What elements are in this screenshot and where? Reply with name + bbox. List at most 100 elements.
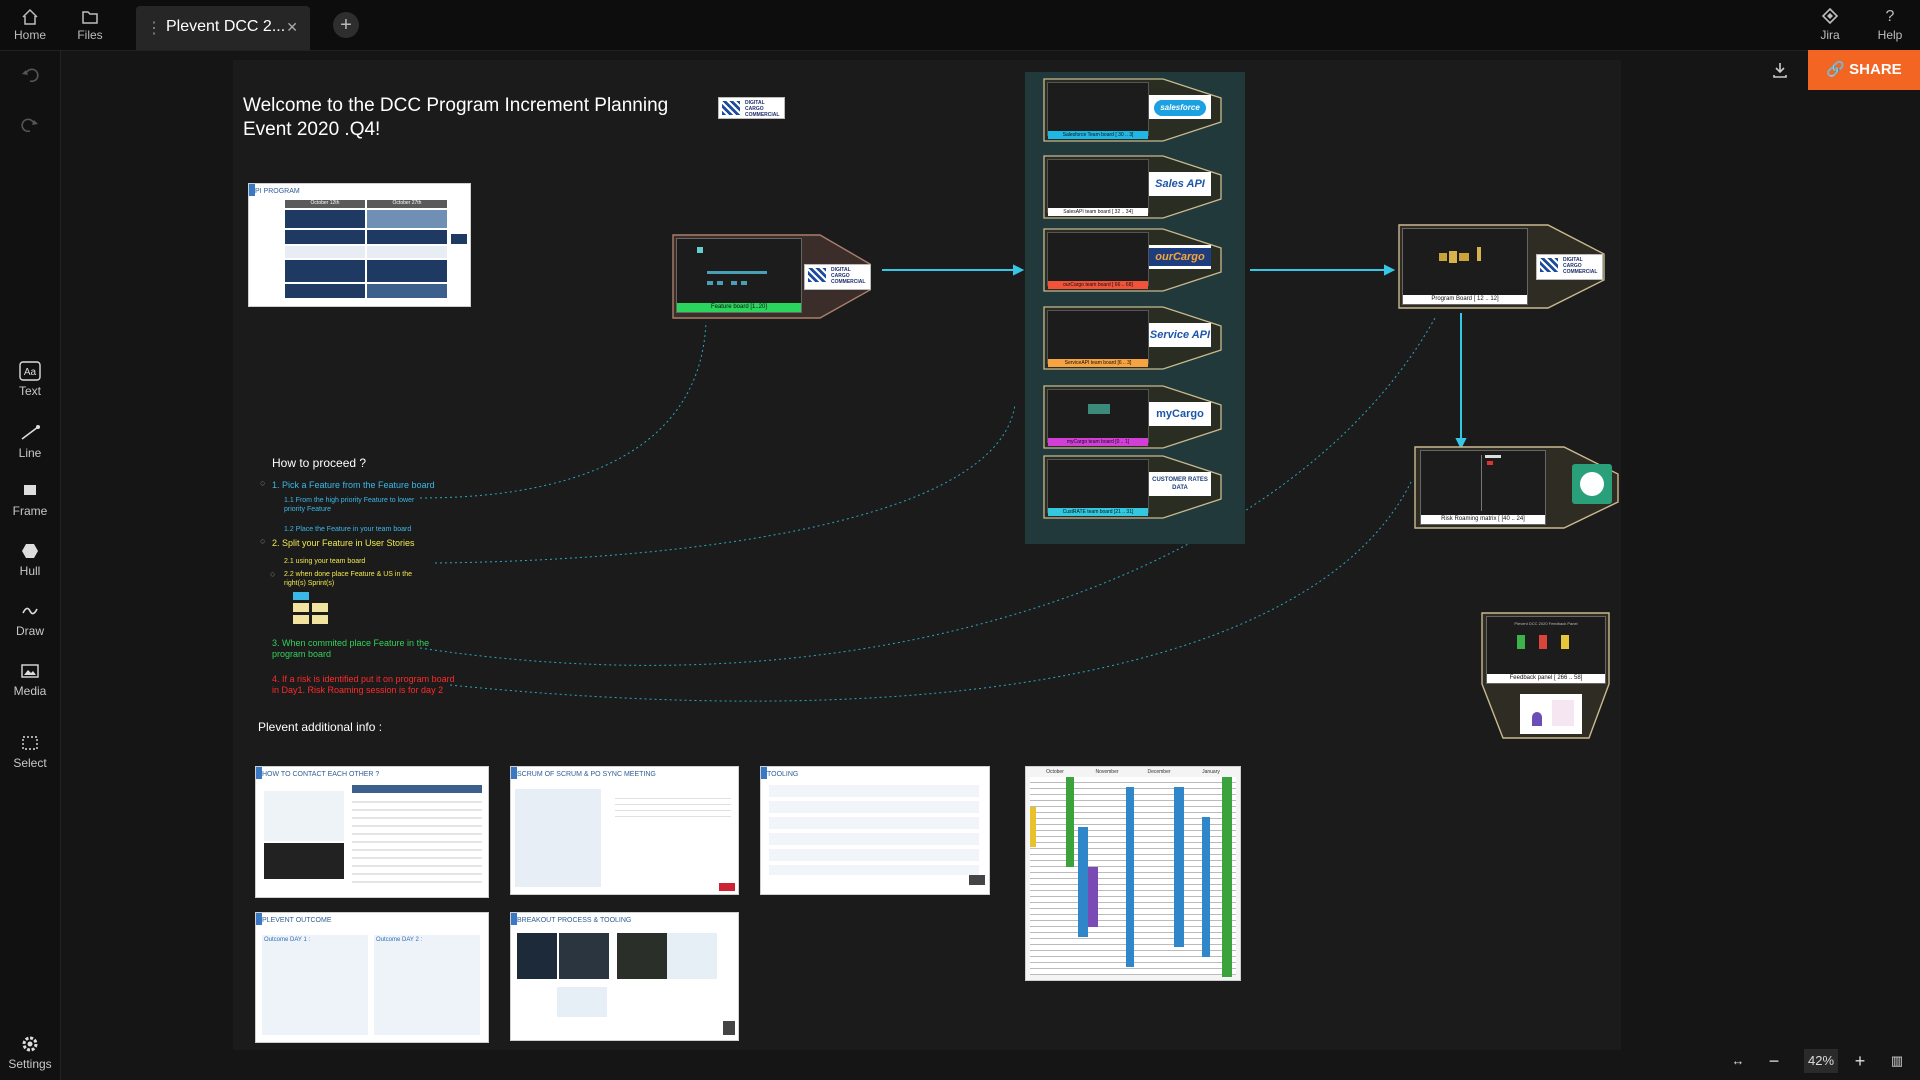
pi-block: [285, 210, 365, 228]
slide-title: SCRUM OF SCRUM & PO SYNC MEETING: [517, 771, 656, 778]
step-1[interactable]: 1. Pick a Feature from the Feature board: [272, 480, 472, 491]
slide-how-to-contact[interactable]: HOW TO CONTACT EACH OTHER ?: [255, 766, 489, 898]
calendar-slide[interactable]: October November December January: [1025, 766, 1241, 981]
slide-scrum-of-scrum[interactable]: SCRUM OF SCRUM & PO SYNC MEETING: [510, 766, 739, 895]
pi-block: [451, 234, 467, 244]
slide-title: BREAKOUT PROCESS & TOOLING: [517, 917, 632, 924]
outcome-day1-title: Outcome DAY 1 :: [264, 937, 311, 943]
step-1-2[interactable]: 1.2 Place the Feature in your team board: [284, 524, 454, 535]
step-2[interactable]: 2. Split your Feature in User Stories: [272, 538, 472, 549]
pi-block: [285, 284, 365, 298]
slide-breakout-process[interactable]: BREAKOUT PROCESS & TOOLING: [510, 912, 739, 1041]
slide-plevent-outcome[interactable]: PLEVENT OUTCOME Outcome DAY 1 : Outcome …: [255, 912, 489, 1043]
slide-title: HOW TO CONTACT EACH OTHER ?: [262, 771, 380, 778]
calendar-yellow-column: [1030, 807, 1036, 847]
sprint-card: [312, 603, 328, 612]
company-logo[interactable]: DIGITAL CARGO COMMERCIAL: [718, 97, 785, 119]
calendar-month: January: [1202, 769, 1220, 775]
feature-board[interactable]: Feature board [1..20]: [676, 238, 802, 313]
step-4[interactable]: 4. If a risk is identified put it on pro…: [272, 674, 462, 696]
sprint-card: [293, 615, 309, 624]
feedback-illustration: [1520, 694, 1582, 734]
salesforce-logo: salesforce: [1149, 95, 1211, 119]
risk-board-label: Risk Roaming matrix [ [40 .. 24]: [1421, 515, 1545, 524]
board-title[interactable]: Welcome to the DCC Program Increment Pla…: [243, 94, 703, 142]
program-board[interactable]: Program Board [ 12 .. 12]: [1402, 228, 1528, 305]
calendar-month: November: [1095, 769, 1119, 775]
feature-card: [707, 281, 713, 285]
fit-width-button[interactable]: ↔: [1724, 1049, 1752, 1073]
pi-block: [367, 260, 447, 282]
slide-title: TOOLING: [767, 771, 799, 778]
slide-footer-mark: [719, 883, 735, 891]
step-1-1[interactable]: 1.1 From the high priority Feature to lo…: [284, 496, 434, 514]
slide-text-block: [515, 789, 601, 887]
outcome-day2-title: Outcome DAY 2 :: [376, 937, 423, 943]
sprint-card: [312, 615, 328, 624]
bullet-icon: ○: [260, 478, 266, 488]
step-2-2[interactable]: 2.2 when done place Feature & US in the …: [284, 570, 434, 588]
risk-board-logo: [1572, 464, 1612, 504]
program-board-logo: DIGITAL CARGO COMMERCIAL: [1536, 254, 1603, 280]
outcome-day1-box: Outcome DAY 1 :: [262, 935, 368, 1035]
pi-program-slide[interactable]: PI PROGRAM October 12th October 27th: [248, 183, 471, 307]
breakout-panel: [557, 987, 607, 1017]
pi-block: [367, 246, 447, 258]
risk-roaming-board[interactable]: Risk Roaming matrix [ [40 .. 24]: [1420, 450, 1546, 525]
team-board-salesforce[interactable]: Salesforce Team board [ 30 .. 3] salesfo…: [1043, 78, 1225, 142]
pi-block: [367, 230, 447, 244]
dotted-step1-feature: [419, 321, 707, 499]
ourcargo-logo: ourCargo: [1149, 245, 1211, 269]
map-view-button[interactable]: ▥: [1882, 1049, 1912, 1073]
program-board-label: Program Board [ 12 .. 12]: [1403, 295, 1527, 304]
team-board-ourcargo[interactable]: ourCargo team board [ 66 .. 68] ourCargo: [1043, 228, 1225, 292]
team-board-preview: [1047, 159, 1149, 213]
note-icon: [1552, 700, 1574, 726]
program-card: [1449, 251, 1457, 263]
map-icon: ▥: [1890, 1053, 1904, 1068]
calendar-blue-column: [1202, 817, 1210, 957]
pi-col-header-1: October 12th: [285, 200, 365, 208]
step-2-1[interactable]: 2.1 using your team board: [284, 556, 434, 567]
risk-card: [1485, 455, 1501, 458]
additional-info-heading[interactable]: Plevent additional info :: [258, 720, 382, 734]
custrate-logo: CUSTOMER RATES DATA: [1149, 472, 1211, 496]
team-board-mycargo[interactable]: myCargo team board [0 .. 1] myCargo: [1043, 385, 1225, 449]
pi-block: [285, 260, 365, 282]
calendar-purple-block: [1088, 867, 1098, 927]
slide-footer-mark: [723, 1021, 735, 1035]
team-board-preview: [1047, 82, 1149, 136]
minus-icon: −: [1768, 1051, 1780, 1071]
program-card: [1459, 253, 1469, 261]
zoom-level[interactable]: 42%: [1804, 1049, 1838, 1073]
feature-card: [707, 271, 767, 274]
team-board-serviceapi[interactable]: ServiceAPI team board [6 .. 3] Service A…: [1043, 306, 1225, 370]
calendar-blue-column: [1078, 827, 1088, 937]
team-board-custrate[interactable]: CustRATE team board [21 .. 31] CUSTOMER …: [1043, 455, 1225, 519]
feedback-board-label: Feedback panel [ 266 .. 58]: [1487, 674, 1605, 683]
slide-table-header: [352, 785, 482, 793]
zoom-out-button[interactable]: −: [1762, 1049, 1786, 1073]
slide-tooling[interactable]: TOOLING: [760, 766, 990, 895]
team-board-salesapi[interactable]: SalesAPI team board [ 32 .. 34] Sales AP…: [1043, 155, 1225, 219]
how-to-heading[interactable]: How to proceed ?: [272, 457, 366, 469]
calendar-month: December: [1147, 769, 1171, 775]
pi-block: [285, 246, 365, 258]
feature-card: [741, 281, 747, 285]
slide-table: [615, 793, 731, 819]
feedback-card-green: [1517, 635, 1525, 649]
salesapi-logo: Sales API: [1149, 172, 1211, 196]
risk-card: [1487, 461, 1493, 465]
zoom-in-button[interactable]: +: [1848, 1049, 1872, 1073]
pi-slide-title: PI PROGRAM: [255, 188, 300, 195]
salesforce-logo-text: salesforce: [1154, 100, 1206, 116]
bullet-icon: ○: [260, 536, 266, 546]
feedback-board[interactable]: Plevent DCC 2020 Feedback Panel Feedback…: [1486, 616, 1606, 684]
step-3[interactable]: 3. When commited place Feature in the pr…: [272, 638, 432, 660]
pi-block: [367, 210, 447, 228]
calendar-green-column: [1066, 777, 1074, 867]
calendar-blue-column: [1126, 787, 1134, 967]
team-board-label: ourCargo team board [ 66 .. 68]: [1048, 281, 1148, 289]
team-board-label: SalesAPI team board [ 32 .. 34]: [1048, 208, 1148, 216]
breakout-panel: [517, 933, 557, 979]
